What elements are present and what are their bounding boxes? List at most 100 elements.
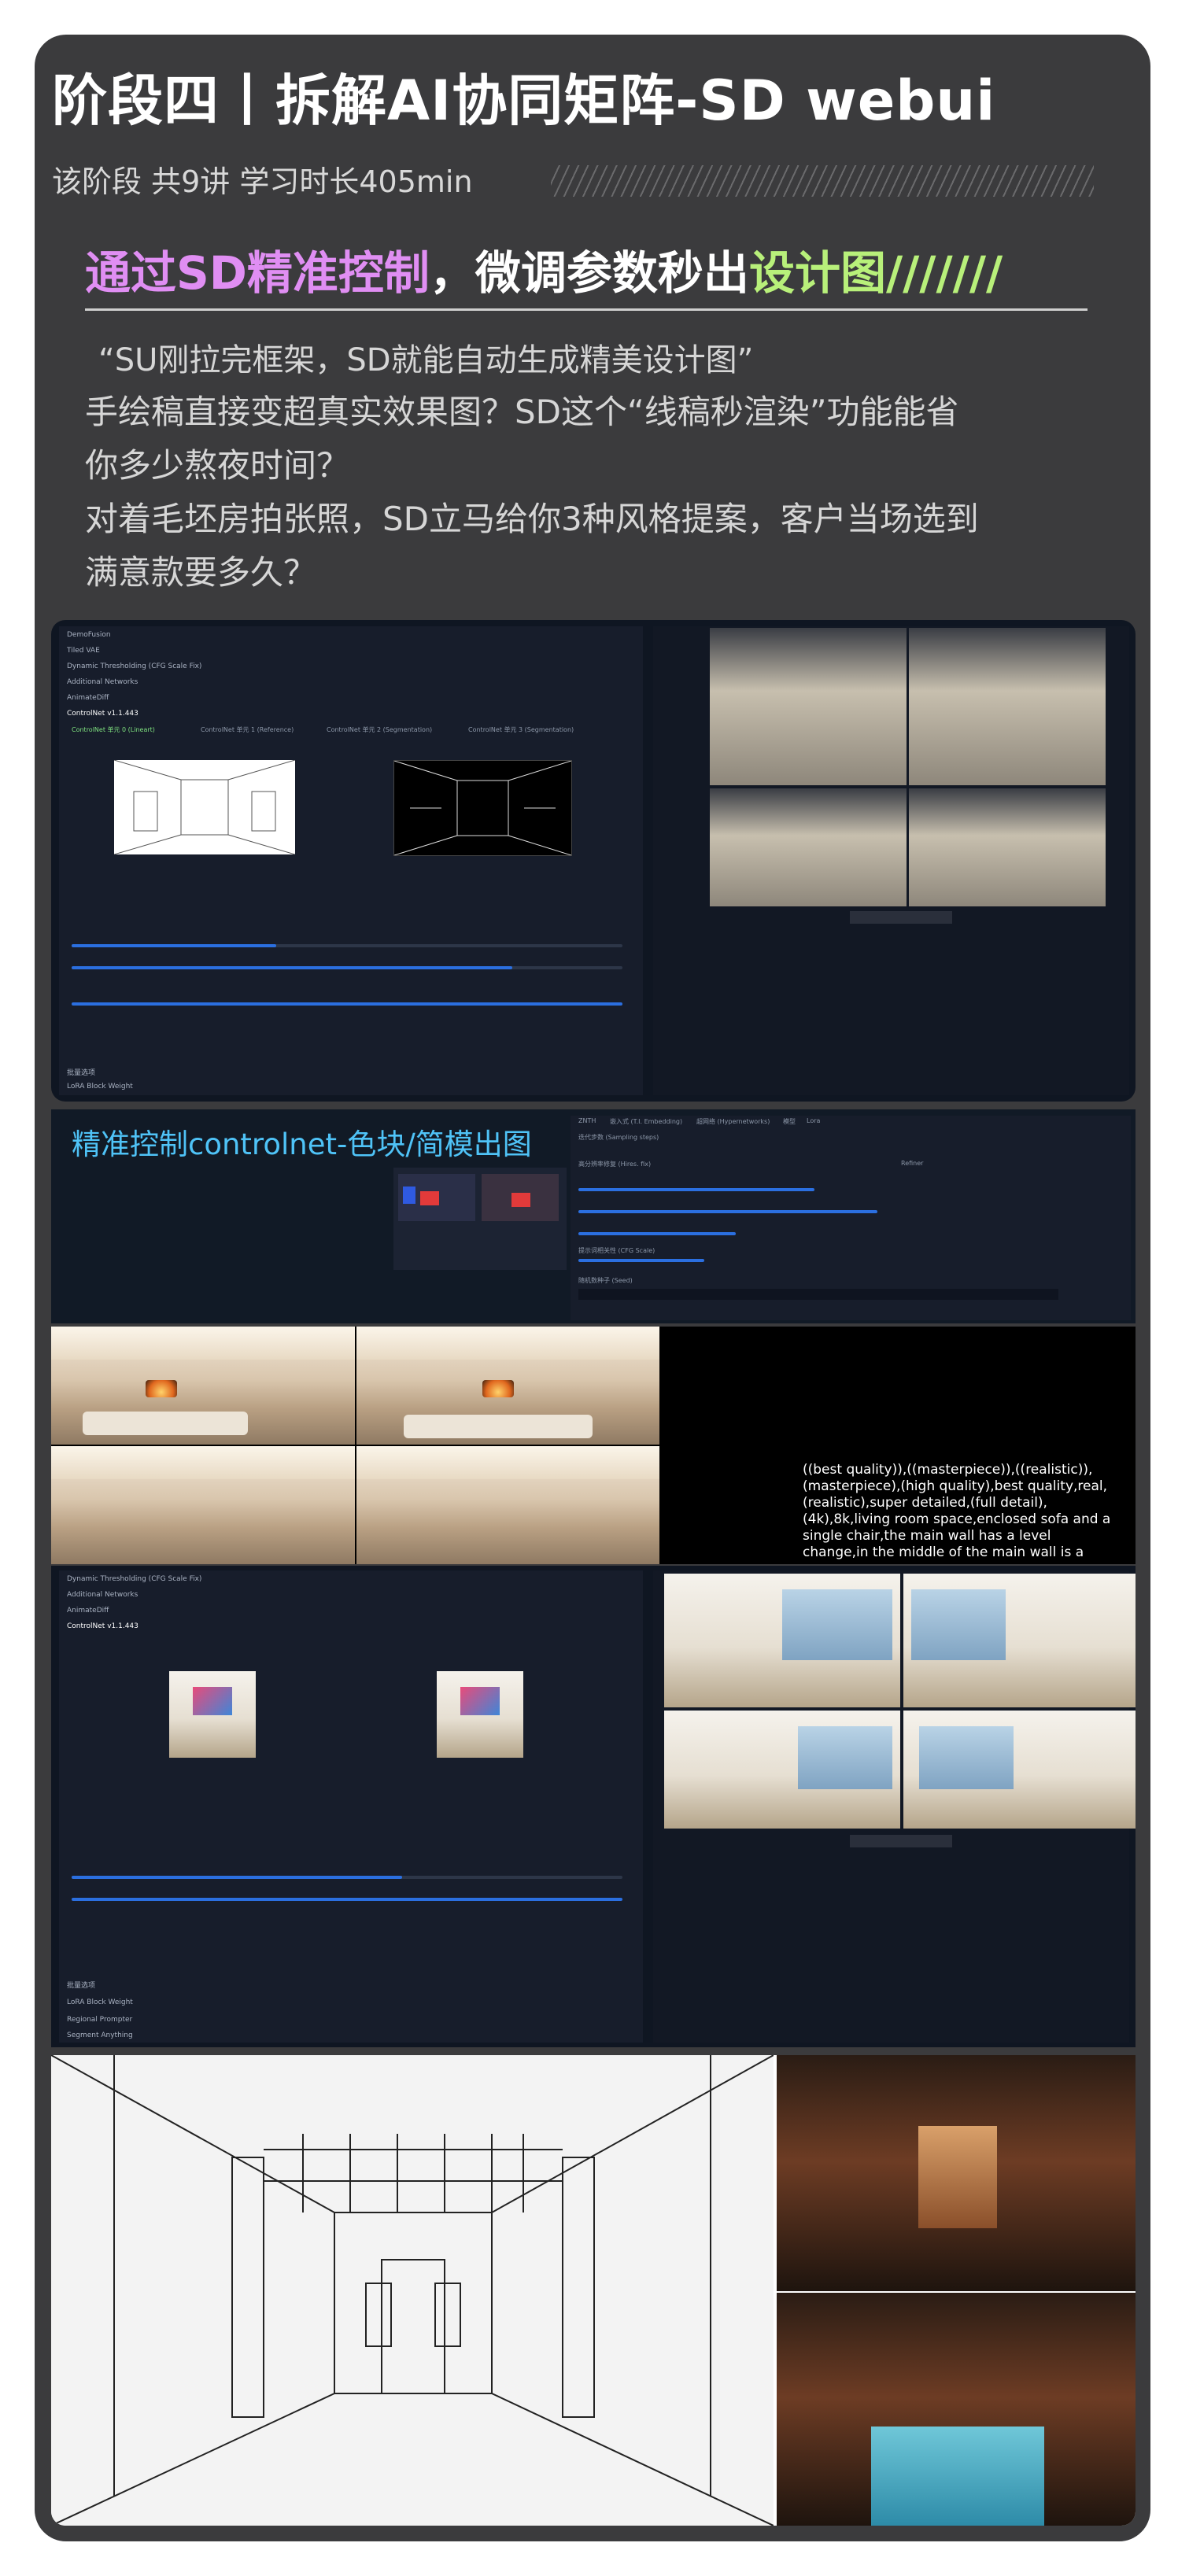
- tab-embedding[interactable]: 嵌入式 (T.I. Embedding): [610, 1117, 682, 1126]
- window-4: [919, 1726, 1014, 1789]
- tab-hypernetworks[interactable]: 超网络 (Hypernetworks): [696, 1117, 770, 1126]
- webui-screenshot-2: 精准控制controlnet-色块/简模出图 ZNTH 嵌入式 (T.I. Em…: [51, 1109, 1136, 1323]
- output2-image-4[interactable]: [903, 1711, 1136, 1829]
- pool-water: [871, 2427, 1044, 2526]
- render-strip: ((best quality)),((masterpiece)),((reali…: [51, 1327, 1136, 1564]
- output-thumbnail-strip[interactable]: [850, 911, 952, 924]
- seed-input[interactable]: [578, 1289, 1058, 1300]
- output-panel: [653, 626, 1129, 1095]
- hand-sketch-lines: [51, 2055, 774, 2526]
- webui-screenshot-3: Dynamic Thresholding (CFG Scale Fix) Add…: [51, 1566, 1136, 2047]
- slider-resolution[interactable]: [72, 1002, 622, 1006]
- render-room-4: [356, 1446, 659, 1564]
- field-refiner[interactable]: Refiner: [901, 1160, 923, 1167]
- headline: 通过SD精准控制，微调参数秒出设计图///////: [85, 236, 1003, 302]
- controlnet-panel-2: Dynamic Thresholding (CFG Scale Fix) Add…: [59, 1570, 643, 2043]
- controlnet-tab-0[interactable]: ControlNet 单元 0 (Lineart): [72, 725, 155, 734]
- panel2-row-controlnet[interactable]: ControlNet v1.1.443: [67, 1622, 635, 1633]
- paragraph-line-2: 手绘稿直接变超真实效果图？SD这个“线稿秒渲染”功能能省: [85, 393, 959, 431]
- controlnet-tab-3[interactable]: ControlNet 单元 3 (Segmentation): [468, 725, 574, 734]
- sofa-2: [404, 1415, 593, 1438]
- output-image-2[interactable]: [909, 628, 1106, 785]
- headline-underline: [85, 308, 1088, 311]
- controlnet-tab-1[interactable]: ControlNet 单元 1 (Reference): [201, 725, 294, 734]
- field-hires-fix[interactable]: 高分辨率修复 (Hires. fix): [578, 1160, 651, 1168]
- controlnet-tab-2[interactable]: ControlNet 单元 2 (Segmentation): [327, 725, 432, 734]
- output2-image-3[interactable]: [664, 1711, 900, 1829]
- panel2-row-animatediff[interactable]: AnimateDiff: [67, 1607, 635, 1618]
- reference-input-image[interactable]: [169, 1671, 256, 1758]
- render-corridor-1: [777, 2055, 1136, 2291]
- panel-row-batch-options[interactable]: 批量选项: [67, 1067, 635, 1078]
- slider-height[interactable]: [578, 1232, 736, 1235]
- headline-part-2: ，微调参数秒出: [429, 246, 749, 300]
- panel2-row-batch-options[interactable]: 批量选项: [67, 1980, 635, 1991]
- panel2-row-regional-prompter[interactable]: Regional Prompter: [67, 2016, 635, 2027]
- panel-row-animatediff[interactable]: AnimateDiff: [67, 694, 635, 705]
- panel-row-additional-networks[interactable]: Additional Networks: [67, 678, 635, 689]
- prompt-text: ((best quality)),((masterpiece)),((reali…: [803, 1462, 1111, 1560]
- panel-row-demofusion[interactable]: DemoFusion: [67, 631, 635, 642]
- lineart-sketch: [113, 759, 296, 855]
- room-3-ceiling: [51, 1446, 355, 1479]
- panel2-row-segment-anything[interactable]: Segment Anything: [67, 2032, 635, 2043]
- slider2-fill: [72, 1876, 402, 1879]
- field-cfg-scale: 提示词相关性 (CFG Scale): [578, 1247, 655, 1254]
- window-1: [782, 1589, 892, 1660]
- slider-width[interactable]: [578, 1210, 877, 1213]
- reference-preview-image: [437, 1671, 523, 1758]
- paragraph-line-4: 对着毛坯房拍张照，SD立马给你3种风格提案，客户当场选到: [85, 500, 979, 538]
- hatch-decoration: [551, 165, 1094, 197]
- color-block-red: [420, 1191, 439, 1205]
- panel-row-controlnet[interactable]: ControlNet v1.1.443: [67, 710, 635, 721]
- slider2-style-fidelity[interactable]: [72, 1898, 622, 1901]
- hand-sketch-image: [51, 2055, 774, 2526]
- output2-image-2[interactable]: [903, 1574, 1136, 1707]
- room-1-ceiling: [51, 1327, 355, 1360]
- field-seed: 随机数种子 (Seed): [578, 1277, 633, 1284]
- slider-cfg-scale[interactable]: [578, 1259, 704, 1262]
- room-2-ceiling: [356, 1327, 659, 1360]
- tab-znth[interactable]: ZNTH: [578, 1117, 596, 1124]
- sketch-render-strip: [51, 2055, 1136, 2526]
- panel2-row-additional-networks[interactable]: Additional Networks: [67, 1591, 635, 1602]
- room-4-ceiling: [356, 1446, 659, 1479]
- mini-controlnet-preview: [393, 1168, 567, 1270]
- tab-models[interactable]: 模型: [783, 1117, 796, 1126]
- slider-fill-weight: [72, 944, 276, 947]
- reference-preview-painting: [460, 1687, 500, 1715]
- render-corridor-pool: [777, 2293, 1136, 2526]
- render-room-3: [51, 1446, 355, 1564]
- output-image-1[interactable]: [710, 628, 907, 785]
- controlnet-panel: DemoFusion Tiled VAE Dynamic Thresholdin…: [59, 626, 643, 1095]
- panel-row-lora-block-weight[interactable]: LoRA Block Weight: [67, 1083, 635, 1094]
- panel-row-tiled-vae[interactable]: Tiled VAE: [67, 647, 635, 658]
- lineart-preview-image: [393, 760, 572, 856]
- paragraph-line-5: 满意款要多久？: [85, 553, 317, 592]
- output2-thumbnail-strip[interactable]: [850, 1835, 952, 1847]
- paragraph-line-3: 你多少熬夜时间？: [85, 446, 350, 485]
- fireplace-2: [482, 1380, 514, 1397]
- panel2-row-lora-block-weight[interactable]: LoRA Block Weight: [67, 1998, 635, 2010]
- stage-subtitle: 该阶段 共9讲 学习时长405min: [52, 164, 473, 199]
- render-room-2: [356, 1327, 659, 1445]
- panel2-row-dynamic-thresholding[interactable]: Dynamic Thresholding (CFG Scale Fix): [67, 1575, 635, 1586]
- fireplace-1: [146, 1380, 177, 1397]
- headline-part-3: 设计图///////: [748, 246, 1003, 300]
- corridor-1-light: [918, 2126, 997, 2228]
- slider-upscale[interactable]: [578, 1188, 814, 1191]
- panel-row-dynamic-thresholding[interactable]: Dynamic Thresholding (CFG Scale Fix): [67, 662, 635, 674]
- sofa-1: [83, 1412, 248, 1435]
- window-2: [911, 1589, 1006, 1660]
- output2-image-1[interactable]: [664, 1574, 900, 1707]
- lineart-input-image[interactable]: [113, 759, 296, 855]
- color-block-preview-red: [511, 1193, 530, 1207]
- window-3: [798, 1726, 892, 1789]
- stage-title: 阶段四丨拆解AI协同矩阵-SD webui: [52, 68, 996, 133]
- txt2img-settings-panel: ZNTH 嵌入式 (T.I. Embedding) 超网络 (Hypernetw…: [571, 1116, 1131, 1320]
- tab-lora[interactable]: Lora: [807, 1117, 820, 1124]
- output-image-4[interactable]: [909, 788, 1106, 906]
- headline-part-1: 通过SD精准控制: [85, 246, 430, 300]
- render-room-1: [51, 1327, 355, 1445]
- output-image-3[interactable]: [710, 788, 907, 906]
